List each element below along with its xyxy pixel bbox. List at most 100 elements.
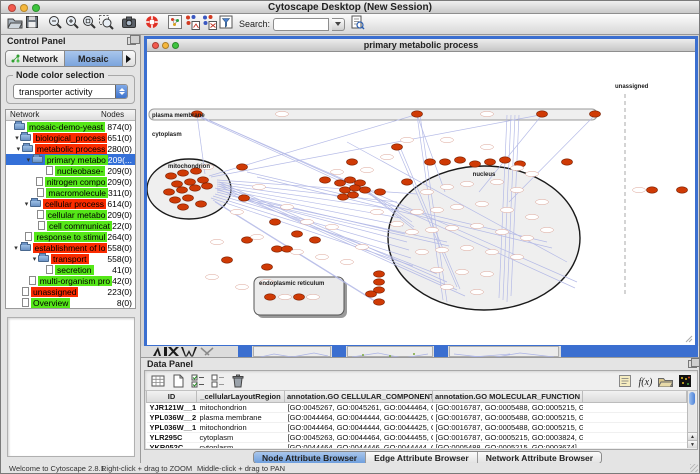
import-icon[interactable] (656, 372, 673, 389)
birds-eye-view[interactable] (7, 317, 135, 457)
network-node[interactable] (374, 279, 385, 285)
view-zoom-icon[interactable] (172, 42, 179, 49)
column-header[interactable]: annotation.GO MOLECULAR_FUNCTION (433, 391, 583, 402)
network-node[interactable] (292, 231, 303, 237)
expand-arrow-icon[interactable]: ▾ (25, 156, 32, 164)
tree-row[interactable]: ▾transport558(0) (6, 253, 135, 264)
network-node[interactable] (202, 183, 213, 189)
expand-arrow-icon[interactable]: ▾ (15, 145, 22, 153)
close-icon[interactable] (8, 4, 16, 12)
attribute-search-icon[interactable] (348, 13, 365, 35)
network-node[interactable] (320, 177, 331, 183)
tree-row[interactable]: nitrogen compo209(0) (6, 176, 135, 187)
table-row[interactable]: YKR052Ccytoplasm[GO:0044464, GO:0044446,… (147, 442, 687, 448)
zoom-in-icon[interactable] (63, 13, 80, 30)
tree-row[interactable]: ▾establishment of lo558(0) (6, 242, 135, 253)
attr-table-icon[interactable] (149, 372, 166, 389)
network-node[interactable] (265, 294, 276, 300)
network-node[interactable] (440, 159, 451, 165)
network-node[interactable] (392, 144, 403, 150)
network-node[interactable] (340, 187, 351, 193)
tab-overflow-arrow[interactable] (123, 51, 135, 66)
network-node[interactable] (177, 187, 188, 193)
table-header-row[interactable]: ID_cellularLayoutRegionannotation.GO CEL… (147, 391, 687, 402)
help-icon[interactable] (143, 13, 160, 30)
tree-row[interactable]: multi-organism pro42(0) (6, 275, 135, 286)
zoom-selected-icon[interactable] (97, 13, 114, 30)
tree-row[interactable]: cell communicat22(0) (6, 220, 135, 231)
scrollbar-thumb[interactable] (689, 392, 695, 405)
scroll-down-icon[interactable]: ▼ (688, 440, 697, 448)
network-node[interactable] (402, 179, 413, 185)
tree-row[interactable]: secretion41(0) (6, 264, 135, 275)
network-node[interactable] (412, 111, 423, 117)
tree-row[interactable]: Overview8(0) (6, 297, 135, 308)
network-view-titlebar[interactable]: primary metabolic process (147, 39, 695, 52)
node-color-dropdown[interactable]: transporter activity (13, 84, 128, 99)
table-row[interactable]: YPL036W__1mitochondrion[GO:0044464, GO:0… (147, 422, 687, 432)
table-row[interactable]: YPL036W__2plasma membrane[GO:0044464, GO… (147, 412, 687, 422)
network-node[interactable] (360, 187, 371, 193)
network-node[interactable] (348, 192, 359, 198)
zoom-window-icon[interactable] (32, 4, 40, 12)
column-header[interactable]: _cellularLayoutRegion (197, 391, 285, 402)
tree-row[interactable]: cellular metabo209(0) (6, 209, 135, 220)
network-node[interactable] (455, 157, 466, 163)
filter-icon[interactable] (217, 13, 234, 30)
column-header[interactable]: annotation.GO CELLULAR_COMPONENT (285, 391, 433, 402)
tab-network-attribute-browser[interactable]: Network Attribute Browser (478, 452, 601, 463)
network-node[interactable] (222, 257, 233, 263)
notes-icon[interactable] (616, 372, 633, 389)
network-node[interactable] (310, 237, 321, 243)
snapshot-icon[interactable] (120, 13, 137, 30)
tree-row[interactable]: nucleobase-209(0) (6, 165, 135, 176)
network-node[interactable] (262, 264, 273, 270)
tree-row[interactable]: response to stimul264(0) (6, 231, 135, 242)
open-icon[interactable] (6, 13, 23, 30)
trash-icon[interactable] (229, 372, 246, 389)
tree-row[interactable]: unassigned223(0) (6, 286, 135, 297)
network-node[interactable] (183, 195, 194, 201)
view-close-icon[interactable] (152, 42, 159, 49)
tree-row[interactable]: ▾primary metabo209(... (6, 154, 135, 165)
matrix-icon[interactable] (676, 372, 693, 389)
zoom-fit-icon[interactable] (80, 13, 97, 30)
network-node[interactable] (166, 173, 177, 179)
column-header[interactable] (583, 391, 687, 402)
network-node[interactable] (164, 189, 175, 195)
network-edge[interactable] (211, 198, 413, 266)
save-icon[interactable] (23, 13, 40, 30)
network-node[interactable] (237, 164, 248, 170)
network-node[interactable] (537, 111, 548, 117)
expand-arrow-icon[interactable]: ▾ (31, 255, 38, 263)
zoom-out-icon[interactable] (46, 13, 63, 30)
tree-row[interactable]: mosaic-demo-yeast874(0) (6, 121, 135, 132)
tree-row[interactable]: ▾metabolic process280(0) (6, 143, 135, 154)
network-edge[interactable] (217, 180, 417, 194)
network-node[interactable] (345, 177, 356, 183)
network-node[interactable] (198, 177, 209, 183)
network-node[interactable] (375, 189, 386, 195)
expand-arrow-icon[interactable]: ▾ (13, 244, 20, 252)
search-input[interactable] (273, 18, 329, 31)
network-node[interactable] (185, 179, 196, 185)
network-node[interactable] (562, 159, 573, 165)
network-node[interactable] (350, 185, 361, 191)
scroll-up-icon[interactable]: ▲ (688, 432, 697, 440)
attr-search-icon[interactable] (348, 13, 365, 30)
tab-network[interactable]: Network (6, 51, 65, 66)
network-node[interactable] (272, 246, 283, 252)
overview-icon[interactable] (166, 13, 183, 30)
table-row[interactable]: YJR121W__1mitochondrion[GO:0045267, GO:0… (147, 402, 687, 412)
tab-edge-attribute-browser[interactable]: Edge Attribute Browser (366, 452, 478, 463)
network-edge[interactable] (213, 196, 411, 258)
network-node[interactable] (196, 201, 207, 207)
network-node[interactable] (294, 294, 305, 300)
network-node[interactable] (366, 291, 377, 297)
network-node[interactable] (172, 181, 183, 187)
network-node[interactable] (335, 180, 346, 186)
attribute-table[interactable]: ID_cellularLayoutRegionannotation.GO CEL… (146, 391, 687, 448)
tab-node-attribute-browser[interactable]: Node Attribute Browser (254, 452, 366, 463)
network-node[interactable] (338, 194, 349, 200)
vizmapper-edit-icon[interactable] (200, 13, 217, 30)
